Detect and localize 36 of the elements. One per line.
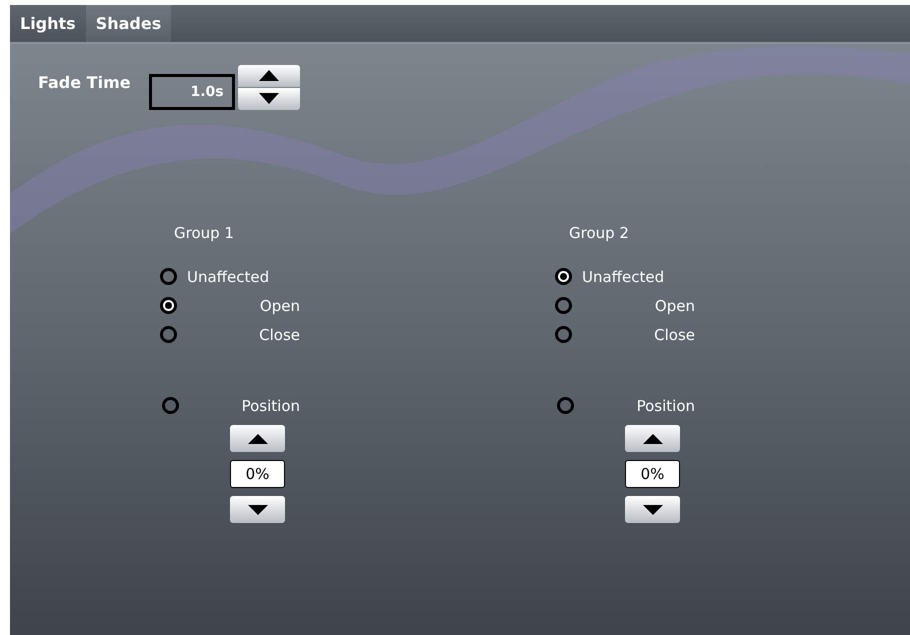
up-arrow-icon: [642, 434, 662, 444]
increase-button[interactable]: [238, 64, 300, 86]
position-label: Position: [240, 396, 300, 416]
group-title: Group 1: [174, 223, 235, 244]
radio-button[interactable]: [160, 326, 177, 343]
radio-button[interactable]: [555, 297, 572, 314]
increase-button[interactable]: [230, 425, 285, 452]
increase-button[interactable]: [625, 425, 680, 452]
decrease-button[interactable]: [238, 88, 300, 110]
down-arrow-icon: [248, 504, 268, 514]
radio-button[interactable]: [555, 326, 572, 343]
group-title: Group 2: [569, 223, 630, 244]
position-field[interactable]: 0%: [625, 460, 680, 488]
option-label: Close: [653, 324, 695, 344]
option-label: Open: [654, 296, 695, 316]
radio-button[interactable]: [162, 397, 179, 414]
option-label: Unaffected: [582, 266, 666, 286]
radio-button[interactable]: [160, 268, 177, 285]
down-arrow-icon: [258, 93, 279, 104]
up-arrow-icon: [258, 70, 279, 81]
option-label: Open: [258, 296, 300, 316]
option-label: Unaffected: [187, 266, 270, 286]
tab[interactable]: Lights: [10, 5, 86, 42]
fade-time-label: Fade Time: [38, 72, 131, 94]
tab[interactable]: Shades: [86, 5, 172, 42]
fade-time-field[interactable]: 1.0s: [148, 74, 235, 110]
decrease-button[interactable]: [625, 496, 680, 523]
radio-button[interactable]: [557, 397, 574, 414]
up-arrow-icon: [248, 434, 268, 444]
position-field[interactable]: 0%: [230, 460, 285, 488]
position-label: Position: [636, 396, 695, 416]
radio-button[interactable]: [160, 297, 177, 314]
option-label: Close: [258, 324, 300, 344]
down-arrow-icon: [642, 504, 662, 514]
radio-button[interactable]: [555, 268, 572, 285]
decrease-button[interactable]: [230, 496, 285, 523]
